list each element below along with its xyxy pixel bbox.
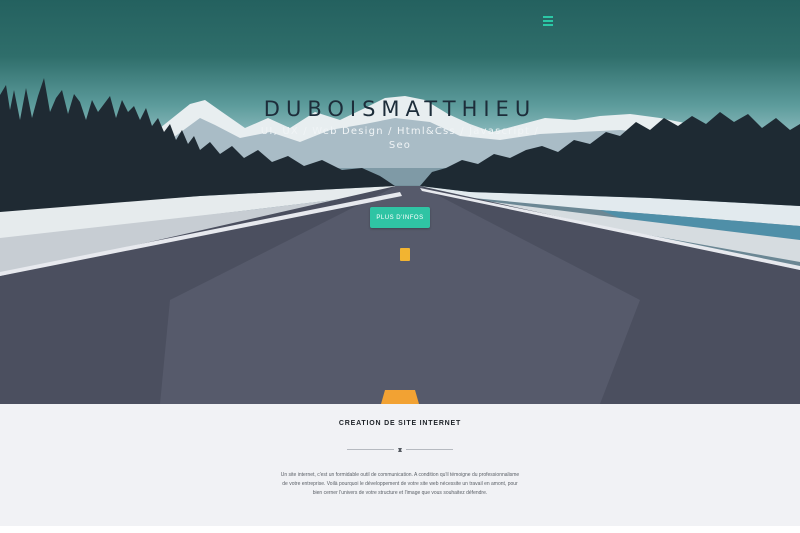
page-bottom (0, 526, 800, 533)
more-info-button[interactable]: PLUS D'INFOS (370, 207, 430, 228)
divider-line-right (406, 449, 453, 450)
services-section: CREATION DE SITE INTERNET Un site intern… (0, 404, 800, 526)
hamburger-icon[interactable] (542, 16, 555, 28)
hero-section: DUBOISMATTHIEU UI, UX / Web Design / Htm… (0, 0, 800, 404)
section-title: CREATION DE SITE INTERNET (338, 420, 462, 427)
site-subtitle: UI, UX / Web Design / Html&Css / Javascr… (260, 126, 540, 151)
divider-line-left (347, 449, 394, 450)
section-paragraph: Un site internet, c'est un formidable ou… (280, 472, 520, 496)
ornament-icon (398, 448, 402, 452)
hero-background-image (0, 78, 800, 404)
site-title: DUBOISMATTHIEU (263, 97, 537, 121)
